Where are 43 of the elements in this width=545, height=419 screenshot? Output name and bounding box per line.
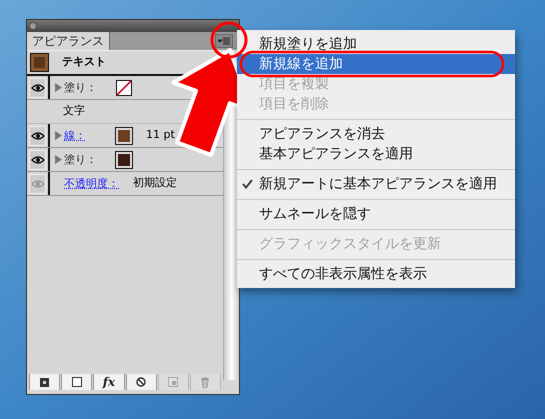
visibility-toggle[interactable] (29, 150, 46, 170)
highlight-circle (210, 22, 248, 58)
menu-item[interactable]: 新規アートに基本アピアランスを適用 (237, 174, 515, 194)
attribute-label: 塗り： (64, 152, 98, 166)
panel-menu-button[interactable] (215, 34, 233, 48)
menu-item[interactable]: サムネールを隠す (237, 204, 515, 224)
empty-square-icon (72, 377, 82, 387)
add-stroke-button[interactable] (29, 374, 60, 390)
add-fill-button[interactable] (61, 374, 92, 390)
menu-item[interactable]: すべての非表示属性を表示 (237, 264, 515, 284)
page-icon (168, 377, 178, 387)
visibility-toggle[interactable] (29, 126, 46, 146)
color-swatch[interactable] (116, 128, 132, 144)
no-sign-icon (136, 377, 146, 387)
panel-tab[interactable]: アピアランス (27, 32, 110, 50)
eye-icon (30, 156, 44, 164)
visibility-toggle[interactable] (29, 174, 46, 194)
attribute-label: 塗り： (64, 80, 98, 94)
object-label: テキスト (62, 54, 106, 70)
attribute-value: 11 pt (146, 127, 175, 144)
eye-icon (30, 84, 44, 92)
no-fill-swatch[interactable] (116, 80, 132, 96)
expand-triangle-icon[interactable] (55, 83, 62, 92)
menu-item[interactable]: アピアランスを消去 (237, 124, 515, 144)
effects-button[interactable]: fx (93, 374, 125, 390)
color-swatch[interactable] (116, 152, 132, 168)
close-icon[interactable] (29, 22, 37, 30)
menu-icon (218, 37, 230, 45)
menu-item[interactable]: 新規塗りを追加 (237, 34, 515, 54)
filled-square-icon (40, 378, 50, 386)
item-label: 文字 (63, 103, 85, 120)
eye-icon (30, 180, 44, 188)
visibility-toggle[interactable] (29, 78, 46, 98)
eye-icon (30, 132, 44, 140)
expand-triangle-icon[interactable] (55, 155, 62, 164)
attribute-value: 初期設定 (133, 175, 177, 192)
attribute-label[interactable]: 線： (64, 128, 110, 142)
menu-item[interactable]: 基本アピアランスを適用 (237, 144, 515, 164)
clear-button[interactable] (126, 374, 157, 390)
attribute-label[interactable]: 不透明度： (64, 176, 119, 190)
menu-item[interactable]: 新規線を追加 (237, 54, 515, 74)
trash-icon (200, 376, 210, 388)
expand-triangle-icon[interactable] (55, 131, 62, 140)
